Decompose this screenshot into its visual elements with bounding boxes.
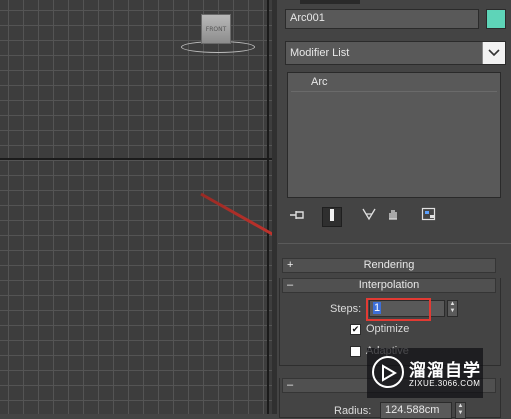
radius-input[interactable]: 124.588cm — [380, 402, 452, 419]
pin-stack-icon[interactable] — [287, 207, 307, 227]
rollout-collapse-toggle[interactable]: – — [287, 379, 293, 392]
play-logo-icon — [372, 356, 404, 388]
object-color-swatch[interactable] — [486, 9, 506, 29]
modifier-stack-item-arc[interactable]: Arc — [291, 75, 497, 92]
radius-label: Radius: — [334, 405, 372, 417]
watermark: 溜溜自学 ZIXUE.3066.COM — [367, 348, 483, 398]
optimize-label: Optimize — [366, 323, 410, 335]
rollout-collapse-toggle[interactable]: – — [287, 279, 293, 292]
steps-spinner[interactable]: ▲ ▼ — [447, 300, 458, 317]
show-end-result-icon[interactable] — [322, 207, 342, 227]
adaptive-checkbox[interactable] — [350, 346, 361, 357]
modifier-stack[interactable]: Arc — [287, 72, 501, 198]
panel-divider[interactable] — [272, 0, 277, 414]
interpolation-rollout-title: Interpolation — [358, 279, 420, 291]
radius-spinner[interactable]: ▲ ▼ — [455, 402, 466, 419]
rendering-rollout-header[interactable]: + Rendering — [282, 258, 496, 273]
panel-tabs-strip[interactable] — [300, 0, 360, 4]
watermark-title: 溜溜自学 — [409, 361, 481, 380]
watermark-url: ZIXUE.3066.COM — [409, 379, 481, 388]
remove-modifier-icon[interactable] — [383, 207, 403, 227]
modifier-list-label: Modifier List — [290, 47, 350, 59]
optimize-checkbox[interactable]: ✔ — [350, 324, 361, 335]
steps-label: Steps: — [330, 303, 362, 315]
modifier-stack-toolbar — [285, 205, 445, 229]
make-unique-icon[interactable] — [359, 207, 379, 227]
panel-separator — [278, 243, 511, 244]
rollout-expand-toggle[interactable]: + — [287, 259, 293, 272]
configure-modifier-sets-icon[interactable] — [419, 207, 439, 227]
chevron-down-icon[interactable] — [482, 42, 505, 64]
rendering-rollout-title: Rendering — [363, 259, 415, 271]
modifier-list-dropdown[interactable]: Modifier List — [285, 41, 506, 65]
interpolation-rollout-header[interactable]: – Interpolation — [282, 278, 496, 293]
object-name-field[interactable]: Arc001 — [285, 9, 479, 29]
steps-highlight-box — [366, 298, 431, 321]
